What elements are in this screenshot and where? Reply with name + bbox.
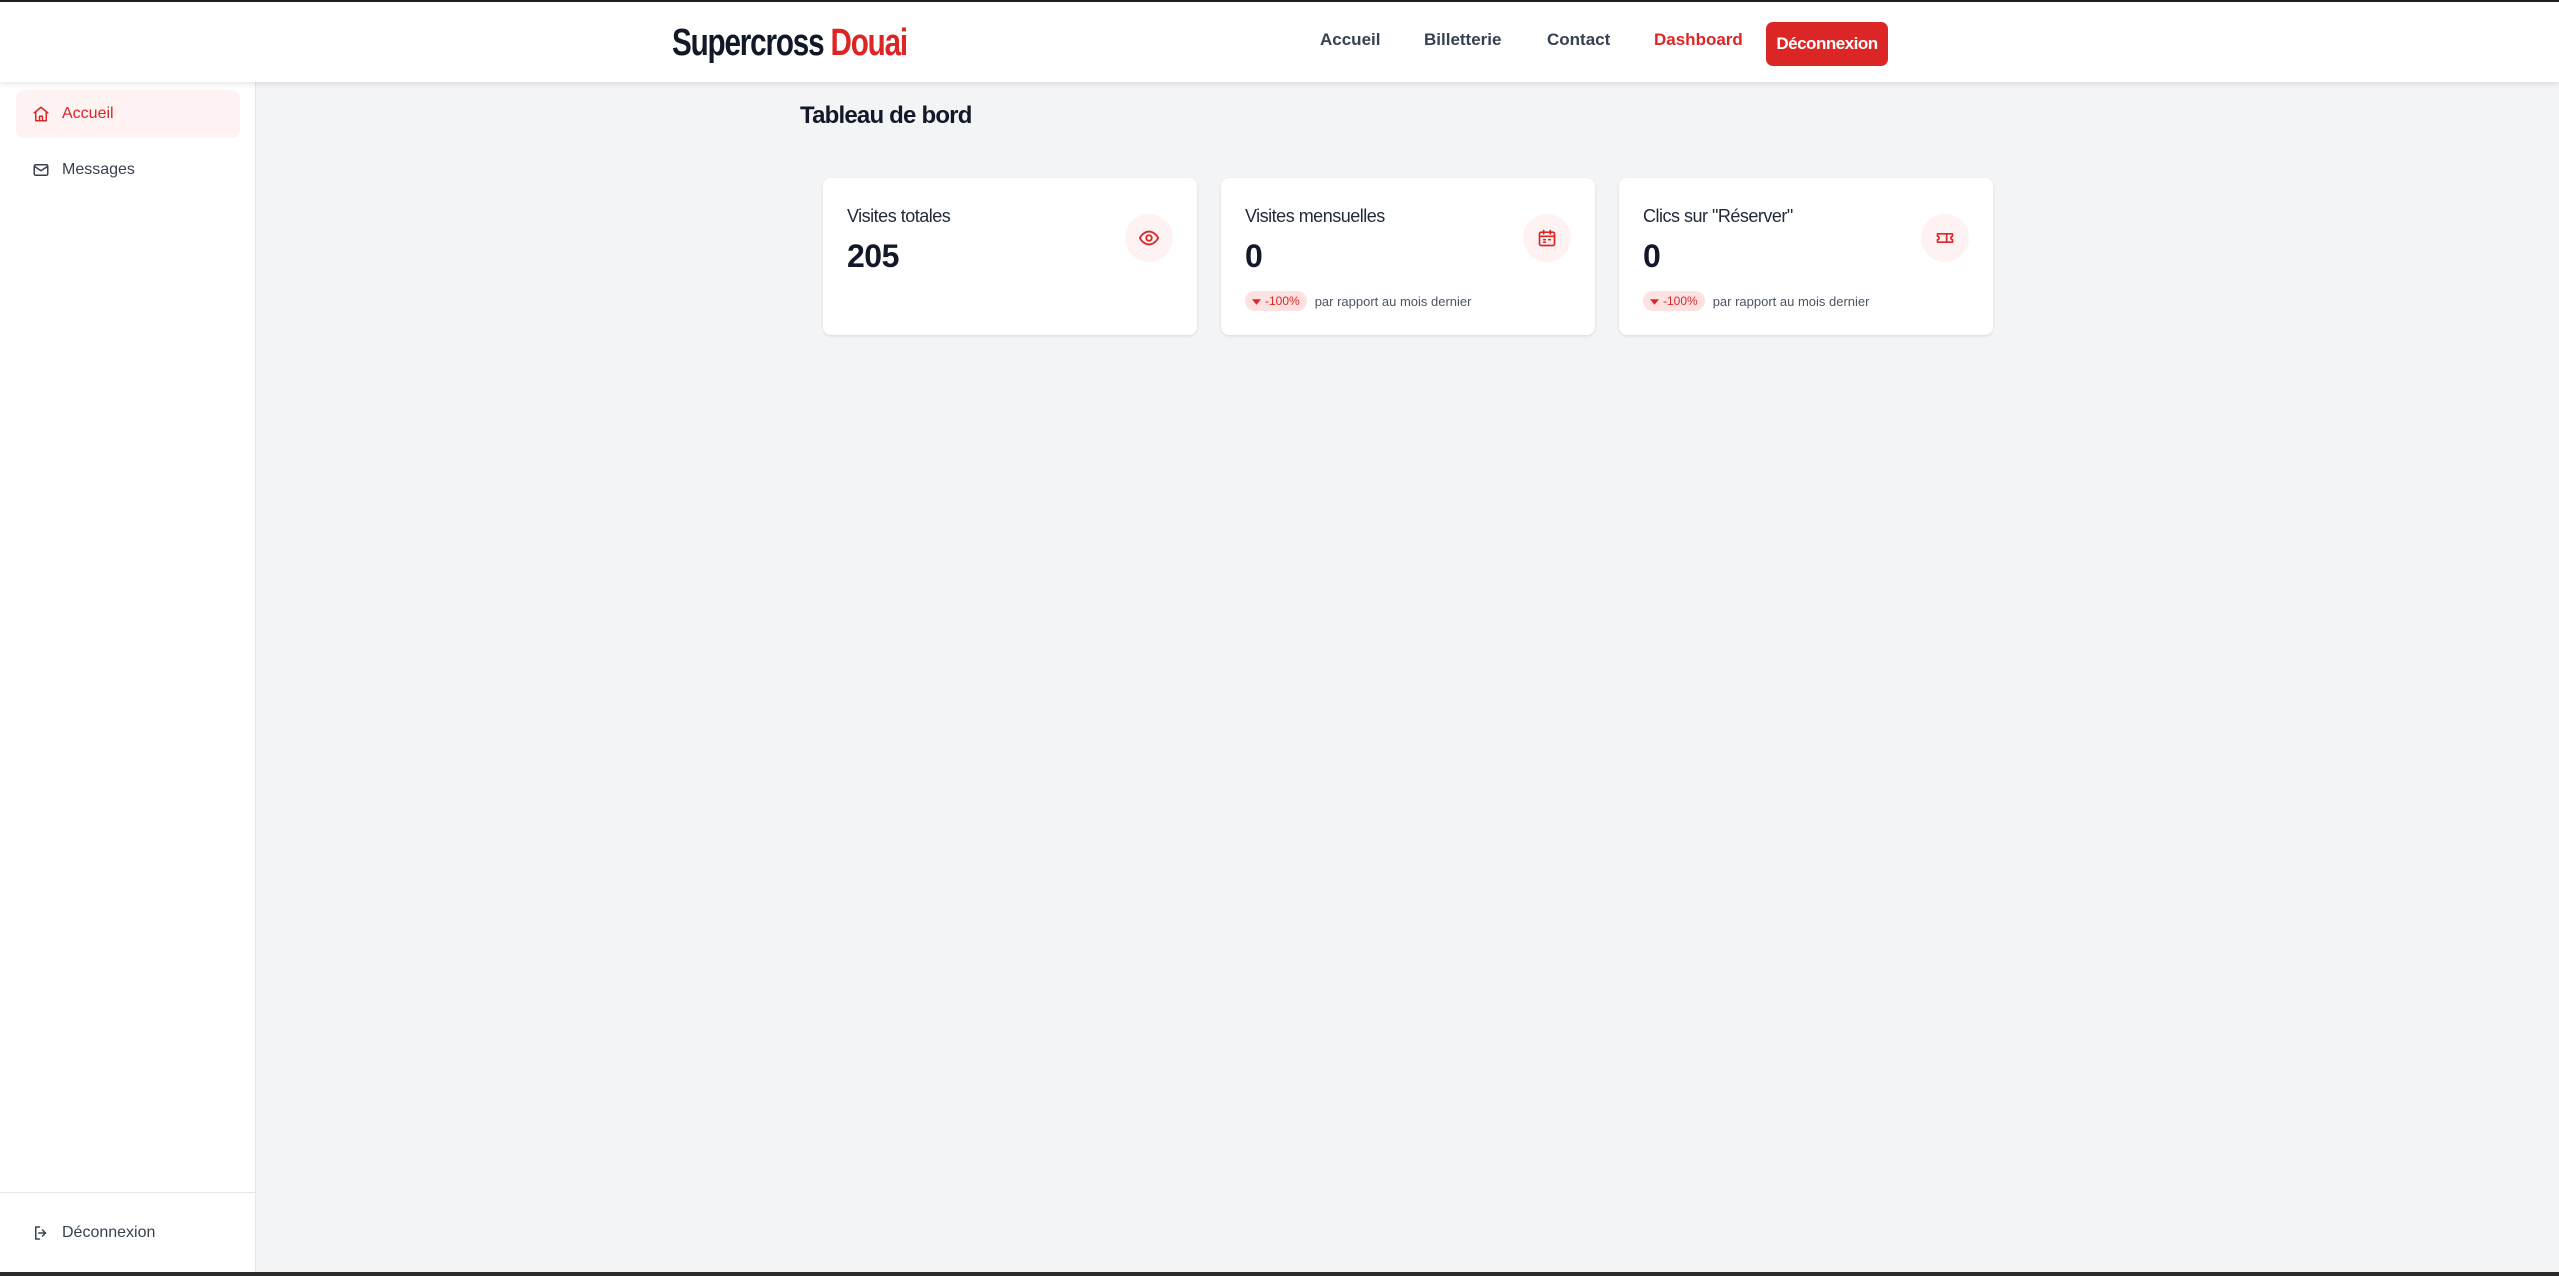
card-label: Visites totales [847, 206, 951, 226]
nav-link-billetterie[interactable]: Billetterie [1424, 30, 1501, 50]
sidebar-item-accueil[interactable]: Accueil [16, 90, 240, 138]
ticket-icon [1921, 214, 1969, 262]
trend-indicator: -100% par rapport au mois dernier [1245, 291, 1472, 311]
sidebar-divider [0, 1192, 256, 1193]
logout-icon [32, 1224, 50, 1242]
card-value: 205 [847, 238, 899, 274]
brand-city: Douai [830, 22, 908, 64]
eye-icon [1125, 214, 1173, 262]
sidebar-item-messages[interactable]: Messages [16, 146, 240, 194]
trend-value: -100% [1265, 294, 1300, 308]
trend-text: par rapport au mois dernier [1712, 293, 1870, 309]
sidebar-logout-label: Déconnexion [62, 1224, 156, 1241]
nav-link-contact[interactable]: Contact [1547, 30, 1610, 50]
trend-text: par rapport au mois dernier [1314, 293, 1472, 309]
trend-value: -100% [1663, 294, 1698, 308]
sidebar-item-label: Accueil [62, 105, 114, 122]
top-navbar: Supercross Douai Accueil Billetterie Con… [0, 0, 2559, 82]
card-value: 0 [1643, 238, 1661, 274]
stat-card-total-visits: Visites totales 205 [823, 178, 1197, 335]
stat-card-reserve-clicks: Clics sur "Réserver" 0 -100% par rapport… [1619, 178, 1993, 335]
home-icon [32, 105, 50, 123]
card-label: Visites mensuelles [1245, 206, 1385, 226]
brand-logo[interactable]: Supercross Douai [672, 22, 908, 65]
sidebar-logout-button[interactable]: Déconnexion [16, 1209, 240, 1257]
brand-name: Supercross [672, 22, 825, 64]
trend-indicator: -100% par rapport au mois dernier [1643, 291, 1870, 311]
card-label: Clics sur "Réserver" [1643, 206, 1793, 226]
calendar-icon [1523, 214, 1571, 262]
logout-button[interactable]: Déconnexion [1766, 22, 1888, 66]
window-bottom-edge [0, 1272, 2559, 1276]
nav-link-accueil[interactable]: Accueil [1320, 30, 1380, 50]
sidebar: Accueil Messages Déconnexion [0, 82, 256, 1276]
mail-icon [32, 161, 50, 179]
trend-badge: -100% [1245, 291, 1307, 311]
caret-down-icon [1252, 294, 1261, 308]
stat-card-monthly-visits: Visites mensuelles 0 -100% par rapport a… [1221, 178, 1595, 335]
trend-badge: -100% [1643, 291, 1705, 311]
page-title: Tableau de bord [800, 102, 972, 129]
card-value: 0 [1245, 238, 1263, 274]
nav-link-dashboard[interactable]: Dashboard [1654, 30, 1743, 50]
sidebar-item-label: Messages [62, 161, 135, 178]
caret-down-icon [1650, 294, 1659, 308]
